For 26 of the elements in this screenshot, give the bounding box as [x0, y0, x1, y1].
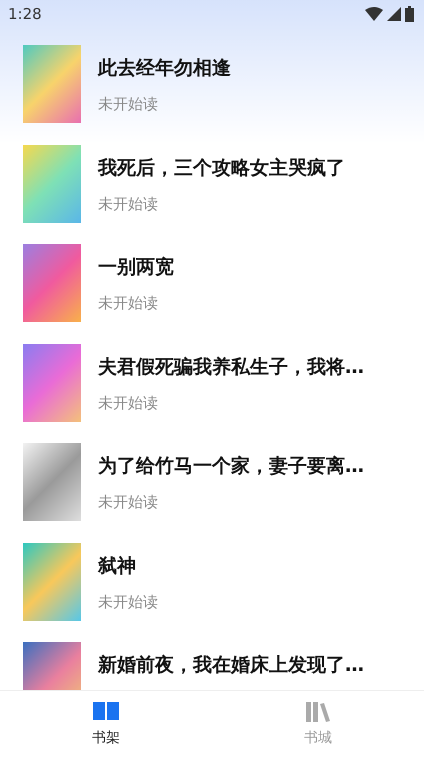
book-cover[interactable] — [23, 244, 81, 322]
book-title[interactable]: 一别两宽 — [98, 254, 174, 280]
reading-status: 未开始读 — [98, 592, 158, 612]
reading-status: 未开始读 — [98, 394, 159, 412]
book-title[interactable]: 新婚前夜，我在婚床上发现了… — [98, 652, 364, 678]
battery-icon — [405, 6, 414, 22]
book-title[interactable]: 弑神 — [98, 552, 158, 578]
wifi-icon — [365, 7, 383, 21]
status-time: 1:28 — [8, 5, 42, 23]
book-title[interactable]: 此去经年勿相逢 — [98, 55, 231, 81]
book-cover[interactable] — [23, 144, 81, 222]
reading-status: 未开始读 — [98, 294, 159, 313]
reading-status: 未开始读 — [98, 493, 159, 512]
books-icon — [305, 701, 331, 723]
book-title[interactable]: 为了给竹马一个家，妻子要离… — [98, 453, 364, 479]
book-cover[interactable] — [23, 45, 81, 123]
book-title[interactable]: 我死后，三个攻略女主哭疯了 — [98, 154, 345, 180]
book-cover[interactable] — [23, 443, 81, 521]
nav-tab[interactable]: 书架 — [0, 691, 212, 757]
book-icon — [92, 701, 120, 723]
book-cover[interactable] — [23, 344, 81, 422]
reading-status: 未开始读 — [98, 194, 159, 214]
book-title[interactable]: 夫君假死骗我养私生子，我将… — [98, 354, 364, 380]
reading-status: 未开始读 — [98, 95, 159, 114]
signal-icon — [387, 7, 401, 21]
book-cover[interactable] — [23, 542, 81, 620]
